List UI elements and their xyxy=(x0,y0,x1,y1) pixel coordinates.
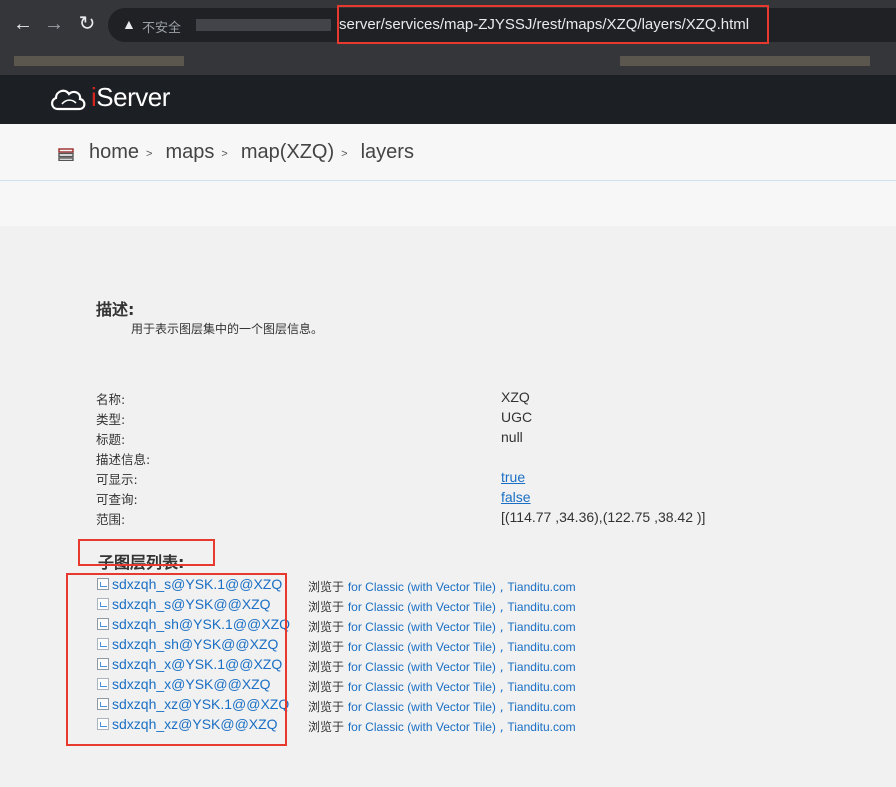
browse-tianditu-link[interactable]: Tianditu.com xyxy=(507,640,575,654)
url-highlight-box xyxy=(337,5,769,44)
browse-classic-link[interactable]: for Classic (with Vector Tile) xyxy=(348,680,496,694)
cloud-logo-icon xyxy=(51,89,86,111)
property-row-visible: 可显示: true xyxy=(96,469,796,489)
browse-tianditu-link[interactable]: Tianditu.com xyxy=(507,600,575,614)
sublayer-list-highlight xyxy=(66,573,287,746)
property-value: [(114.77 ,34.36),(122.75 ,38.42 )] xyxy=(501,509,706,525)
property-label: 可显示: xyxy=(96,472,138,487)
property-label: 可查询: xyxy=(96,492,138,507)
property-value: XZQ xyxy=(501,389,530,405)
browse-classic-link[interactable]: for Classic (with Vector Tile) xyxy=(348,640,496,654)
browse-tianditu-link[interactable]: Tianditu.com xyxy=(507,720,575,734)
property-value: null xyxy=(501,429,523,445)
description-text: 用于表示图层集中的一个图层信息。 xyxy=(131,322,324,336)
browse-classic-link[interactable]: for Classic (with Vector Tile) xyxy=(348,660,496,674)
browse-tianditu-link[interactable]: Tianditu.com xyxy=(507,660,575,674)
blurred-host xyxy=(196,19,331,31)
property-row-bounds: 范围: [(114.77 ,34.36),(122.75 ,38.42 )] xyxy=(96,509,796,529)
sublayers-title-highlight xyxy=(78,539,215,566)
property-label: 标题: xyxy=(96,432,126,447)
browse-tianditu-link[interactable]: Tianditu.com xyxy=(507,580,575,594)
property-label: 类型: xyxy=(96,412,126,427)
browse-options: 浏览于 for Classic (with Vector Tile) , Tia… xyxy=(308,660,576,674)
property-row-caption: 标题: null xyxy=(96,429,796,449)
server-list-icon xyxy=(58,148,74,161)
property-label: 名称: xyxy=(96,392,126,407)
browse-options: 浏览于 for Classic (with Vector Tile) , Tia… xyxy=(308,620,576,634)
visible-true-link[interactable]: true xyxy=(501,469,525,485)
logo-text[interactable]: iServer xyxy=(91,82,170,113)
insecure-label[interactable]: 不安全 xyxy=(142,17,181,36)
browse-options: 浏览于 for Classic (with Vector Tile) , Tia… xyxy=(308,720,576,734)
breadcrumb-home[interactable]: home xyxy=(89,141,139,163)
property-value: UGC xyxy=(501,409,533,425)
reload-icon[interactable]: ↻ xyxy=(76,13,98,35)
browse-classic-link[interactable]: for Classic (with Vector Tile) xyxy=(348,600,496,614)
browse-options: 浏览于 for Classic (with Vector Tile) , Tia… xyxy=(308,640,576,654)
warning-icon[interactable]: ▲ xyxy=(122,16,136,32)
blurred-bookmarks-right xyxy=(620,56,870,66)
breadcrumb-map-xzq[interactable]: map(XZQ) xyxy=(241,141,334,163)
browse-classic-link[interactable]: for Classic (with Vector Tile) xyxy=(348,620,496,634)
browse-options: 浏览于 for Classic (with Vector Tile) , Tia… xyxy=(308,680,576,694)
browse-options: 浏览于 for Classic (with Vector Tile) , Tia… xyxy=(308,700,576,714)
breadcrumb-bar: home > maps > map(XZQ) > layers xyxy=(0,124,896,181)
property-row-name: 名称: XZQ xyxy=(96,389,796,409)
breadcrumb-maps[interactable]: maps xyxy=(165,141,214,163)
property-row-type: 类型: UGC xyxy=(96,409,796,429)
bookmarks-bar xyxy=(0,50,896,75)
browse-options: 浏览于 for Classic (with Vector Tile) , Tia… xyxy=(308,580,576,594)
blurred-bookmarks xyxy=(14,56,184,66)
breadcrumb: home > maps > map(XZQ) > layers xyxy=(89,141,414,163)
app-header: iServer xyxy=(0,75,896,124)
content-top-band xyxy=(0,181,896,226)
property-row-queryable: 可查询: false xyxy=(96,489,796,509)
breadcrumb-layers[interactable]: layers xyxy=(361,141,414,163)
browse-classic-link[interactable]: for Classic (with Vector Tile) xyxy=(348,700,496,714)
browse-options: 浏览于 for Classic (with Vector Tile) , Tia… xyxy=(308,600,576,614)
description-title: 描述: xyxy=(96,300,135,319)
property-row-description: 描述信息: xyxy=(96,449,796,469)
browse-tianditu-link[interactable]: Tianditu.com xyxy=(507,680,575,694)
queryable-false-link[interactable]: false xyxy=(501,489,531,505)
forward-arrow-icon[interactable]: → xyxy=(43,13,65,35)
property-label: 描述信息: xyxy=(96,452,151,467)
browse-classic-link[interactable]: for Classic (with Vector Tile) xyxy=(348,720,496,734)
property-label: 范围: xyxy=(96,512,126,527)
browser-toolbar: ← → ↻ ▲ 不安全 server/services/map-ZJYSSJ/r… xyxy=(0,0,896,50)
back-arrow-icon[interactable]: ← xyxy=(12,13,34,35)
browse-classic-link[interactable]: for Classic (with Vector Tile) xyxy=(348,580,496,594)
browse-tianditu-link[interactable]: Tianditu.com xyxy=(507,700,575,714)
browse-tianditu-link[interactable]: Tianditu.com xyxy=(507,620,575,634)
